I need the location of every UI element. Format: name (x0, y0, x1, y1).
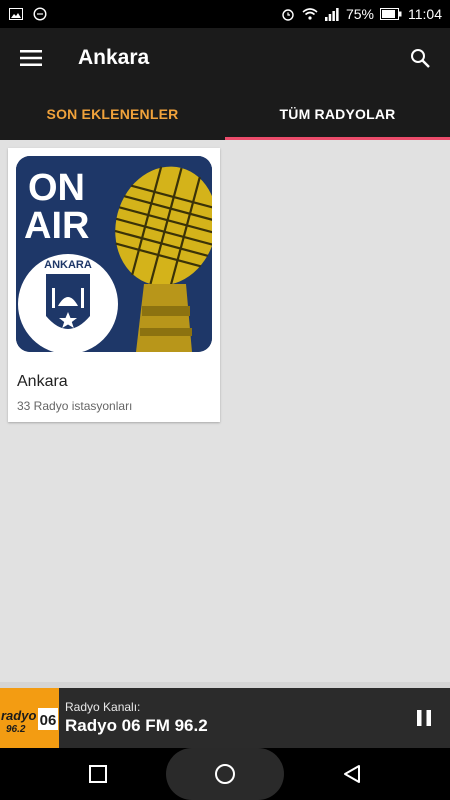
back-icon (344, 765, 360, 783)
whatsapp-icon (32, 7, 48, 21)
station-logo: radyo 06 96.2 (0, 688, 59, 748)
clock-time: 11:04 (408, 6, 442, 22)
station-logo-number: 06 (40, 712, 57, 729)
pause-icon (417, 710, 431, 726)
search-button[interactable] (390, 28, 450, 88)
home-button[interactable] (199, 748, 251, 800)
signal-icon (324, 7, 340, 21)
card-title: Ankara (17, 373, 68, 390)
content-area: ON AIR ANKARA Ankara 33 Radyo istasyonla… (0, 140, 450, 688)
menu-button[interactable] (0, 28, 62, 88)
page-title: Ankara (78, 46, 150, 69)
card-subtitle: 33 Radyo istasyonları (17, 399, 133, 413)
station-logo-freq: 96.2 (6, 724, 26, 735)
tab-bar: SON EKLENENLER TÜM RADYOLAR (0, 88, 450, 140)
search-icon (411, 49, 430, 68)
on-air-line1: ON (28, 167, 85, 209)
pause-button[interactable] (398, 688, 450, 748)
card-artwork: ON AIR ANKARA (16, 156, 212, 352)
image-icon (8, 7, 24, 21)
tab-tum-radyolar[interactable]: TÜM RADYOLAR (225, 88, 450, 140)
app-bar: Ankara (0, 28, 450, 88)
on-air-line2: AIR (24, 205, 89, 247)
home-icon (215, 764, 235, 784)
station-name: Radyo 06 FM 96.2 (65, 716, 208, 735)
now-playing-bar[interactable]: radyo 06 96.2 Radyo Kanalı: Radyo 06 FM … (0, 688, 450, 748)
alarm-icon (280, 7, 296, 21)
recents-icon (89, 765, 107, 783)
back-button[interactable] (326, 748, 378, 800)
tab-son-eklenenler[interactable]: SON EKLENENLER (0, 88, 225, 140)
wifi-icon (302, 7, 318, 21)
battery-percent: 75% (345, 6, 374, 22)
city-card[interactable]: ON AIR ANKARA Ankara 33 Radyo istasyonla… (8, 148, 220, 422)
system-nav-bar (0, 748, 450, 800)
player-label: Radyo Kanalı: (65, 700, 141, 714)
battery-icon (380, 7, 402, 21)
status-bar: 75% 11:04 (0, 0, 450, 28)
recents-button[interactable] (72, 748, 124, 800)
ankara-badge-text: ANKARA (44, 259, 92, 271)
station-logo-brand: radyo (1, 708, 36, 723)
menu-icon (20, 50, 42, 66)
